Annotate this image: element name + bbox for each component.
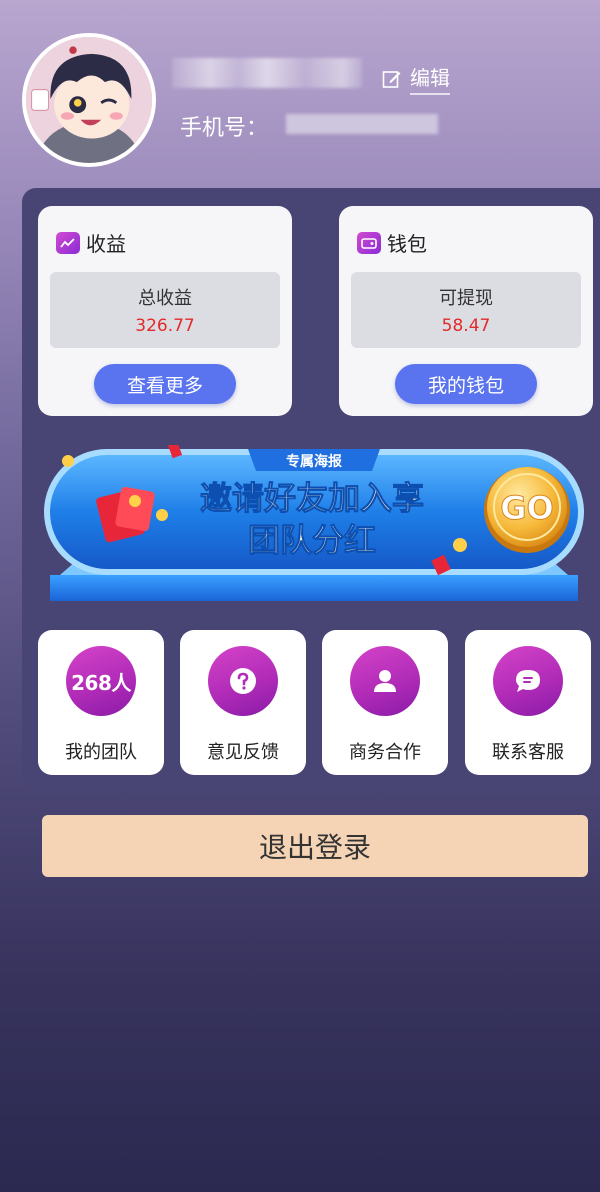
- total-earnings-label: 总收益: [138, 288, 192, 309]
- withdrawable-value: 58.47: [441, 316, 491, 336]
- edit-profile-link[interactable]: 编辑: [382, 62, 450, 95]
- earnings-title: 收益: [56, 228, 126, 257]
- total-earnings-value: 326.77: [135, 316, 195, 336]
- tile-business[interactable]: 商务合作: [322, 630, 448, 775]
- username-redacted: [172, 58, 362, 88]
- invite-banner[interactable]: 专属海报 邀请好友加入享 团队分红 GO: [42, 445, 586, 607]
- chat-icon: [516, 670, 540, 692]
- my-wallet-button[interactable]: 我的钱包: [395, 364, 537, 404]
- logout-button[interactable]: 退出登录: [42, 815, 588, 877]
- withdrawable-box: 可提现 58.47: [351, 272, 581, 348]
- wallet-card: 钱包 可提现 58.47 我的钱包: [339, 206, 593, 416]
- avatar[interactable]: [22, 33, 156, 167]
- tile-support[interactable]: 联系客服: [465, 630, 591, 775]
- go-label: GO: [500, 489, 553, 527]
- support-circle: [493, 646, 563, 716]
- team-count: 268人: [71, 670, 131, 695]
- tile-business-label: 商务合作: [349, 742, 421, 763]
- banner-line1: 邀请好友加入享: [200, 479, 424, 517]
- earnings-card: 收益 总收益 326.77 查看更多: [38, 206, 292, 416]
- team-count-badge: 268人: [66, 646, 136, 716]
- wallet-title-text: 钱包: [387, 232, 427, 256]
- feedback-circle: [208, 646, 278, 716]
- banner-line2: 团队分红: [248, 521, 376, 559]
- business-circle: [350, 646, 420, 716]
- question-icon: [230, 668, 256, 694]
- edit-label: 编辑: [410, 62, 450, 95]
- tile-feedback-label: 意见反馈: [207, 742, 279, 763]
- banner-tag: 专属海报: [286, 453, 342, 470]
- tile-feedback[interactable]: 意见反馈: [180, 630, 306, 775]
- avatar-illustration: [26, 37, 152, 163]
- tile-support-label: 联系客服: [492, 742, 564, 763]
- tile-my-team[interactable]: 268人 我的团队: [38, 630, 164, 775]
- wallet-title: 钱包: [357, 228, 427, 257]
- earnings-title-text: 收益: [86, 232, 126, 256]
- phone-label: 手机号：: [180, 116, 269, 141]
- total-earnings-box: 总收益 326.77: [50, 272, 280, 348]
- tile-my-team-label: 我的团队: [65, 742, 137, 763]
- wallet-icon: [357, 231, 381, 254]
- person-icon: [374, 670, 396, 692]
- edit-icon: [382, 70, 401, 88]
- phone-redacted: [286, 114, 438, 134]
- earnings-icon: [56, 231, 80, 254]
- withdrawable-label: 可提现: [439, 288, 493, 309]
- view-more-button[interactable]: 查看更多: [94, 364, 236, 404]
